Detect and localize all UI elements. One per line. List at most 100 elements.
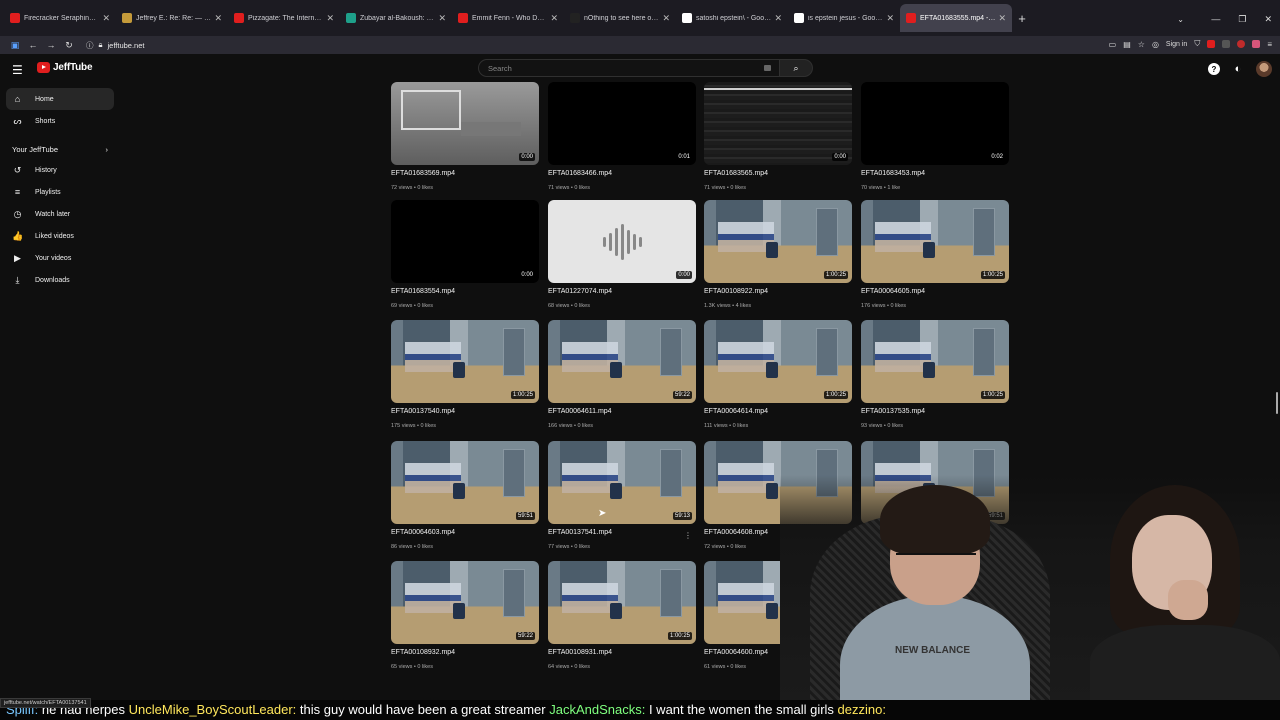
video-thumbnail[interactable]: 0:00: [391, 82, 539, 165]
browser-tab[interactable]: nOthing to see here on X: "Mo✕: [564, 4, 676, 32]
search-button[interactable]: ⌕: [780, 59, 813, 77]
sidebar-item-playlists[interactable]: ≡ Playlists: [6, 181, 114, 203]
video-title[interactable]: EFTA01683554.mp4: [391, 288, 539, 295]
close-window-icon[interactable]: ✕: [1264, 14, 1272, 25]
browser-tab[interactable]: Emmit Fenn - Who Dat (Official✕: [452, 4, 564, 32]
video-title[interactable]: EFTA01227074.mp4: [548, 288, 696, 295]
video-card[interactable]: 0:02 EFTA01683453.mp4 70 views • 1 like: [861, 82, 1009, 191]
tab-list-chevron-icon[interactable]: ⌄: [1177, 15, 1184, 24]
sidebar-item-your-videos[interactable]: ▶ Your videos: [6, 247, 114, 269]
video-title[interactable]: EFTA00064614.mp4: [704, 408, 852, 415]
close-tab-icon[interactable]: ✕: [886, 13, 894, 24]
video-title[interactable]: EFTA00137540.mp4: [391, 408, 539, 415]
video-card[interactable]: 1:00:25 EFTA00064605.mp4 176 views • 0 lik…: [861, 200, 1009, 309]
shield-icon[interactable]: ⛉: [1194, 39, 1200, 49]
sidebar-item-downloads[interactable]: ⤓ Downloads: [6, 269, 114, 291]
close-tab-icon[interactable]: ✕: [550, 13, 558, 24]
sidebar-item-liked-videos[interactable]: 👍 Liked videos: [6, 225, 114, 247]
video-card[interactable]: 1:00:25 EFTA00064614.mp4 111 views • 0 lik…: [704, 320, 852, 429]
screenshot-icon[interactable]: ▭: [1109, 40, 1117, 49]
video-title[interactable]: EFTA01683569.mp4: [391, 170, 539, 177]
info-icon[interactable]: ⓘ: [86, 40, 94, 51]
video-title[interactable]: EFTA01683565.mp4: [704, 170, 852, 177]
video-card[interactable]: 59:51 EFTA00064603.mp4 86 views • 0 likes: [391, 441, 539, 550]
video-title[interactable]: EFTA00137541.mp4: [548, 529, 696, 536]
reload-icon[interactable]: ↻: [60, 40, 78, 51]
browser-tab[interactable]: Firecracker Seraphine Skin Spo✕: [4, 4, 116, 32]
video-thumbnail[interactable]: 59:22: [548, 320, 696, 403]
browser-tab[interactable]: Jeffrey E.: Re: Re: — Epstein Em✕: [116, 4, 228, 32]
video-title[interactable]: EFTA00108932.mp4: [391, 649, 539, 656]
video-title[interactable]: EFTA00064603.mp4: [391, 529, 539, 536]
back-icon[interactable]: ←: [24, 40, 42, 50]
video-thumbnail[interactable]: 59:13: [548, 441, 696, 524]
scrollbar[interactable]: [1276, 392, 1278, 414]
video-card[interactable]: 59:22 EFTA00108932.mp4 65 views • 0 likes: [391, 561, 539, 670]
sidebar-item-history[interactable]: ↺ History: [6, 159, 114, 181]
sidebar-toggle-icon[interactable]: ▣: [6, 40, 24, 51]
avatar[interactable]: [1256, 61, 1272, 77]
video-thumbnail[interactable]: 0:00: [548, 200, 696, 283]
sidebar-item-watch-later[interactable]: ◷ Watch later: [6, 203, 114, 225]
theme-toggle-icon[interactable]: ◐: [1232, 63, 1244, 75]
browser-tab[interactable]: is epstein jesus - Google Search✕: [788, 4, 900, 32]
video-title[interactable]: EFTA00064605.mp4: [861, 288, 1009, 295]
address-bar[interactable]: ⓘ 🔒︎ jefftube.net: [86, 40, 144, 51]
account-icon[interactable]: ◎: [1152, 40, 1159, 49]
close-tab-icon[interactable]: ✕: [774, 13, 782, 24]
video-card[interactable]: 0:00 EFTA01683565.mp4 71 views • 0 likes: [704, 82, 852, 191]
video-title[interactable]: EFTA00137535.mp4: [861, 408, 1009, 415]
maximize-icon[interactable]: ❐: [1238, 14, 1246, 25]
sidebar-section-your-jefftube[interactable]: Your JeffTube ›: [6, 139, 114, 159]
search-input[interactable]: Search: [478, 59, 780, 77]
keyboard-icon[interactable]: [764, 65, 771, 71]
help-icon[interactable]: ?: [1208, 63, 1220, 75]
video-thumbnail[interactable]: 0:02: [861, 82, 1009, 165]
video-thumbnail[interactable]: 0:00: [704, 82, 852, 165]
extension-icon[interactable]: [1252, 40, 1261, 48]
sidebar-item-shorts[interactable]: ᔕ Shorts: [6, 110, 114, 132]
sign-in-link[interactable]: Sign in: [1166, 41, 1187, 48]
extension-icon[interactable]: [1222, 40, 1231, 48]
video-thumbnail[interactable]: 0:01: [548, 82, 696, 165]
bookmark-icon[interactable]: ☆: [1138, 40, 1145, 49]
video-card[interactable]: 59:13 EFTA00137541.mp4 77 views • 0 likes ⋮: [548, 441, 696, 550]
video-card[interactable]: 1:00:25 EFTA00108931.mp4 64 views • 0 like…: [548, 561, 696, 670]
new-tab-icon[interactable]: +: [1012, 11, 1032, 26]
video-thumbnail[interactable]: 0:00: [391, 200, 539, 283]
close-tab-icon[interactable]: ✕: [214, 13, 222, 24]
close-tab-icon[interactable]: ✕: [662, 13, 670, 24]
forward-icon[interactable]: →: [42, 40, 60, 50]
reader-icon[interactable]: ▤: [1123, 40, 1131, 49]
video-thumbnail[interactable]: 1:00:25: [548, 561, 696, 644]
video-title[interactable]: EFTA00064611.mp4: [548, 408, 696, 415]
close-tab-icon[interactable]: ✕: [438, 13, 446, 24]
hamburger-menu-icon[interactable]: ☰: [12, 63, 23, 77]
sidebar-item-home[interactable]: ⌂ Home: [6, 88, 114, 110]
browser-tab[interactable]: Zubayar al-Bakoush: 5 key thin✕: [340, 4, 452, 32]
video-thumbnail[interactable]: 1:00:25: [861, 320, 1009, 403]
video-card[interactable]: 1:00:25 EFTA00137540.mp4 175 views • 0 lik…: [391, 320, 539, 429]
video-title[interactable]: EFTA00108922.mp4: [704, 288, 852, 295]
close-tab-icon[interactable]: ✕: [102, 13, 110, 24]
logo[interactable]: JeffTube: [37, 62, 93, 73]
video-card[interactable]: 59:22 EFTA00064611.mp4 166 views • 0 likes: [548, 320, 696, 429]
video-thumbnail[interactable]: 1:00:25: [861, 200, 1009, 283]
extension-icon[interactable]: [1207, 40, 1216, 48]
video-card[interactable]: 0:00 EFTA01227074.mp4 68 views • 0 likes: [548, 200, 696, 309]
video-title[interactable]: EFTA00108931.mp4: [548, 649, 696, 656]
browser-tab[interactable]: Pizzagate: The Internets Darke✕: [228, 4, 340, 32]
video-thumbnail[interactable]: 59:22: [391, 561, 539, 644]
video-card[interactable]: 0:00 EFTA01683569.mp4 72 views • 0 likes: [391, 82, 539, 191]
video-thumbnail[interactable]: 1:00:25: [704, 200, 852, 283]
video-card[interactable]: 1:00:25 EFTA00137535.mp4 93 views • 0 like…: [861, 320, 1009, 429]
more-options-icon[interactable]: ⋮: [684, 531, 692, 540]
video-thumbnail[interactable]: 1:00:25: [704, 320, 852, 403]
video-title[interactable]: EFTA01683453.mp4: [861, 170, 1009, 177]
video-card[interactable]: 0:01 EFTA01683466.mp4 71 views • 0 likes: [548, 82, 696, 191]
browser-tab[interactable]: satoshi epstein\ - Google Searc✕: [676, 4, 788, 32]
minimize-icon[interactable]: —: [1211, 14, 1220, 25]
video-card[interactable]: 1:00:25 EFTA00108922.mp4 1.3K views • 4 li…: [704, 200, 852, 309]
video-title[interactable]: EFTA01683466.mp4: [548, 170, 696, 177]
close-tab-icon[interactable]: ✕: [998, 13, 1006, 24]
